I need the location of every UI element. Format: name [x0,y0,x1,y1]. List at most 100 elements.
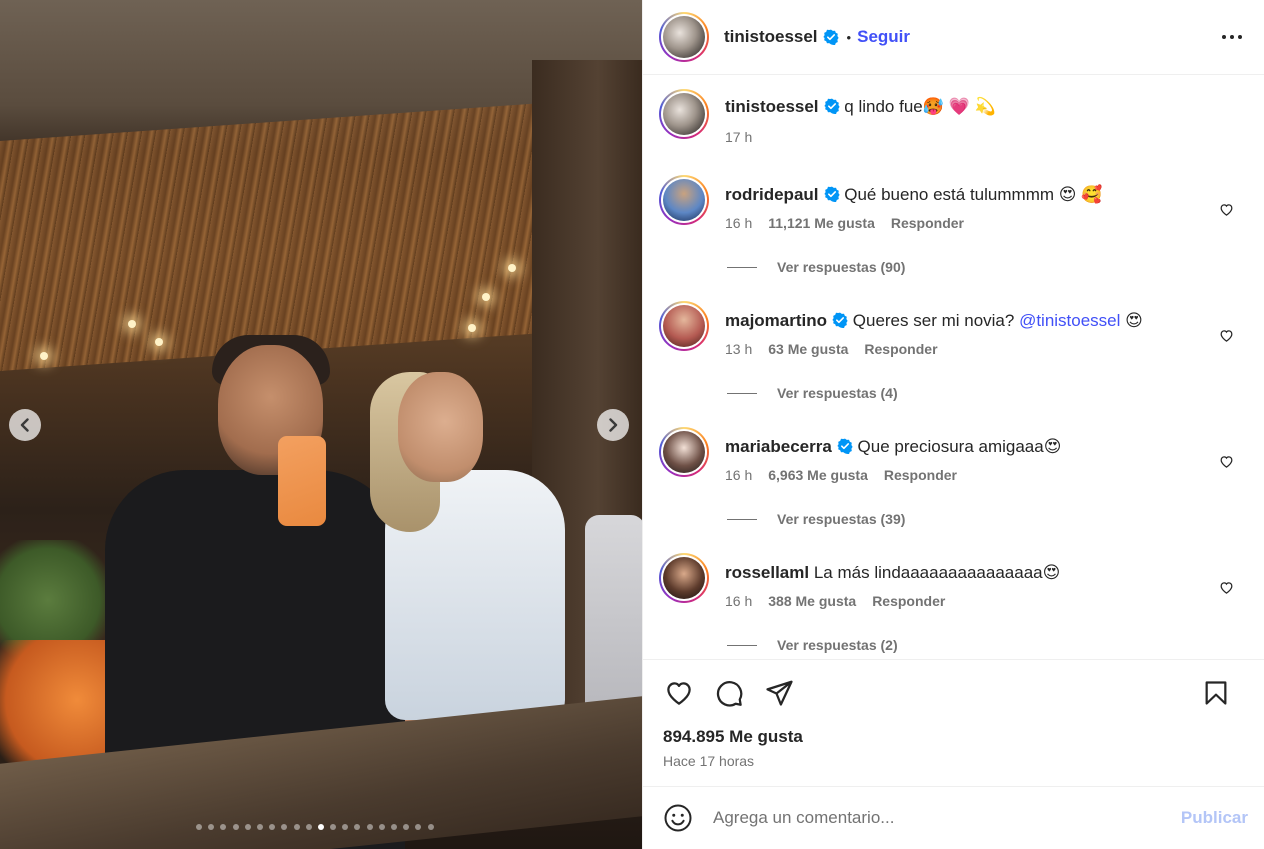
comment: rodridepaul Qué bueno está tulummmm 😍 🥰 … [659,175,1248,231]
next-slide-button[interactable] [597,409,629,441]
verified-icon [832,312,848,328]
comment-time[interactable]: 16 h [725,593,752,609]
like-comment-heart-icon[interactable] [1219,454,1234,469]
caption-username[interactable]: tinistoessel [725,97,819,116]
comment-time[interactable]: 13 h [725,341,752,357]
reply-button[interactable]: Responder [872,593,945,609]
caption-text: q lindo fue🥵 💗 💫 [844,97,996,116]
carousel-dot [281,824,288,830]
author-avatar[interactable] [659,12,709,62]
carousel-dot [342,824,349,830]
caption-time[interactable]: 17 h [725,129,752,145]
publish-button[interactable]: Publicar [1181,808,1248,828]
carousel-dot [232,824,239,830]
carousel-indicator [196,824,434,830]
comment-text: Queres ser mi novia? [852,311,1020,330]
carousel-dot [256,824,263,830]
comment-button[interactable] [713,677,745,709]
previous-slide-button[interactable] [9,409,41,441]
comment-likes[interactable]: 6,963 Me gusta [768,467,868,483]
comment: majomartino Queres ser mi novia? @tinist… [659,301,1248,357]
post-dialog: tinistoessel • Seguir tinistoessel q lin… [0,0,1264,849]
verified-icon [823,98,840,114]
view-replies-label: Ver respuestas (2) [777,637,898,653]
save-button[interactable] [1200,677,1232,709]
post-side-panel: tinistoessel • Seguir tinistoessel q lin… [642,0,1264,849]
like-comment-heart-icon[interactable] [1219,580,1234,595]
bookmark-icon [1205,681,1227,705]
comment-composer: Publicar [643,786,1264,849]
view-replies-button[interactable]: Ver respuestas (4) [727,385,1248,401]
likes-count[interactable]: 894.895 Me gusta [643,725,1264,747]
comment-time[interactable]: 16 h [725,215,752,231]
carousel-dot [305,824,312,830]
comment-likes[interactable]: 63 Me gusta [768,341,848,357]
carousel-dot [196,824,202,830]
action-bar [643,659,1264,725]
comment-text-after: 😍 [1120,311,1143,330]
view-replies-label: Ver respuestas (90) [777,259,906,275]
comment-username[interactable]: rodridepaul [725,185,819,204]
reply-button[interactable]: Responder [891,215,964,231]
emoji-icon[interactable] [663,803,693,833]
comment-time[interactable]: 16 h [725,467,752,483]
carousel-dot [378,824,385,830]
header-separator: • [846,29,852,45]
reply-button[interactable]: Responder [864,341,937,357]
view-replies-label: Ver respuestas (39) [777,511,906,527]
like-comment-heart-icon[interactable] [1219,328,1234,343]
more-icon[interactable] [1220,25,1244,49]
view-replies-button[interactable]: Ver respuestas (90) [727,259,1248,275]
view-replies-button[interactable]: Ver respuestas (39) [727,511,1248,527]
comment: mariabecerra Que preciosura amigaaa😍 16 … [659,427,1248,483]
comment-username[interactable]: mariabecerra [725,437,832,456]
verified-icon [822,29,839,45]
verified-icon [837,438,853,454]
comment-icon [716,680,743,707]
reply-button[interactable]: Responder [884,467,957,483]
chevron-left-icon [20,418,29,432]
avatar[interactable] [659,553,709,603]
share-button[interactable] [763,677,795,709]
avatar[interactable] [659,427,709,477]
post-media[interactable] [0,0,642,849]
comment-likes[interactable]: 388 Me gusta [768,593,856,609]
avatar[interactable] [659,89,709,139]
chevron-right-icon [609,418,618,432]
post-time[interactable]: Hace 17 horas [643,747,1264,786]
carousel-dot [403,824,410,830]
carousel-dot-active [317,824,324,830]
heart-icon [667,681,691,705]
comment: rossellaml La más lindaaaaaaaaaaaaaaa😍 1… [659,553,1248,609]
follow-button[interactable]: Seguir [857,27,910,47]
comment-input[interactable] [713,808,1181,828]
share-icon [766,680,793,706]
comment-text: La más lindaaaaaaaaaaaaaaa😍 [813,563,1061,582]
carousel-dot [354,824,361,830]
like-comment-heart-icon[interactable] [1219,202,1234,217]
comment-username[interactable]: rossellaml [725,563,809,582]
carousel-dot [293,824,300,830]
comment-text: Qué bueno está tulummmm 😍 🥰 [844,185,1103,204]
comment-text: Que preciosura amigaaa😍 [857,437,1062,456]
carousel-dot [366,824,373,830]
carousel-dot [391,824,397,830]
view-replies-label: Ver respuestas (4) [777,385,898,401]
avatar[interactable] [659,301,709,351]
mention-link[interactable]: @tinistoessel [1019,311,1120,330]
avatar[interactable] [659,175,709,225]
carousel-dot [244,824,251,830]
like-button[interactable] [663,677,695,709]
carousel-dot [220,824,227,830]
carousel-dot [269,824,276,830]
caption: tinistoessel q lindo fue🥵 💗 💫 17 h [659,89,1248,145]
carousel-dot [415,824,422,830]
comments-list[interactable]: tinistoessel q lindo fue🥵 💗 💫 17 h rodri… [643,75,1264,659]
comment-username[interactable]: majomartino [725,311,827,330]
comment-likes[interactable]: 11,121 Me gusta [768,215,875,231]
author-username[interactable]: tinistoessel [724,27,818,47]
view-replies-button[interactable]: Ver respuestas (2) [727,637,1248,653]
post-header: tinistoessel • Seguir [643,0,1264,75]
carousel-dot [208,824,215,830]
carousel-dot [427,824,434,830]
